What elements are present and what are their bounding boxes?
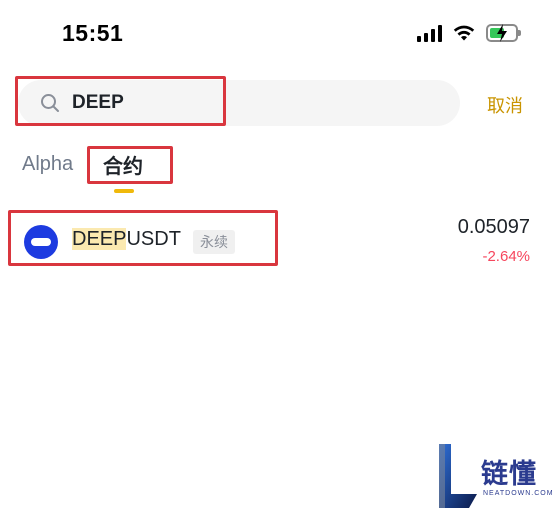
status-icons bbox=[417, 24, 521, 42]
result-price: 0.05097 bbox=[457, 216, 530, 238]
battery-charging-icon bbox=[486, 24, 521, 42]
watermark-l-icon bbox=[439, 444, 477, 508]
highlight-box-tab bbox=[87, 146, 173, 184]
watermark-brand: 链懂 bbox=[481, 459, 537, 490]
tab-alpha[interactable]: Alpha bbox=[22, 153, 73, 176]
status-time: 15:51 bbox=[62, 20, 124, 46]
highlight-box-result bbox=[8, 210, 278, 266]
signal-icon bbox=[417, 24, 442, 42]
watermark-sub: NEATDOWN.COM bbox=[483, 490, 554, 497]
cancel-button[interactable]: 取消 bbox=[487, 92, 523, 118]
wifi-icon bbox=[453, 25, 475, 41]
watermark-logo: 链懂 NEATDOWN.COM bbox=[437, 444, 553, 508]
highlight-box-search bbox=[15, 76, 226, 126]
active-tab-indicator bbox=[114, 189, 134, 193]
result-change: -2.64% bbox=[482, 248, 530, 265]
